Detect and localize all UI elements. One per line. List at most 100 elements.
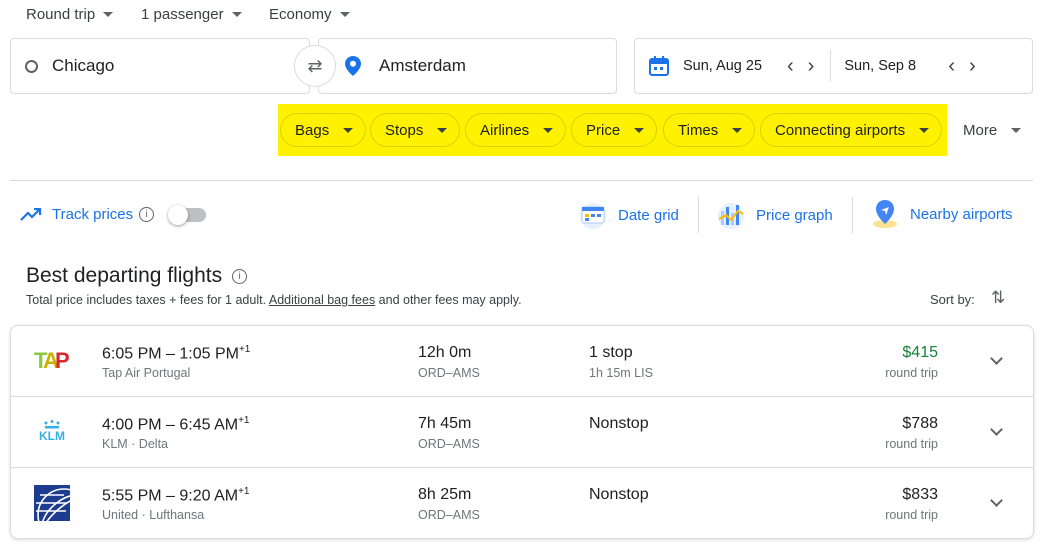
caret-down-icon [1011,128,1022,133]
more-filters-button[interactable]: More [963,122,1022,139]
cabin-label: Economy [269,6,332,23]
stops: Nonstop [589,415,649,432]
sort-icon[interactable]: ⇅ [991,288,1005,308]
filter-stops[interactable]: Stops [370,113,461,147]
united-logo [34,485,70,521]
destination-field[interactable]: Amsterdam [318,38,617,94]
tap-logo: TAP [34,348,70,370]
flight-row[interactable]: KLM 4:00 PM – 6:45 AM+1 KLM · Delta 7h 4… [11,397,1033,468]
airlines: KLM · Delta [102,437,168,451]
day-offset: +1 [238,344,251,355]
caret-down-icon [231,12,242,17]
filter-connecting-airports[interactable]: Connecting airports [760,113,943,147]
nearby-airports-button[interactable]: Nearby airports [870,198,1013,230]
flight-times: 5:55 PM – 9:20 AM+1 [102,486,249,505]
filter-airlines[interactable]: Airlines [465,113,567,147]
times-text: 4:00 PM – 6:45 AM [102,416,239,434]
next-depart-date-button[interactable]: › [808,55,815,78]
filter-label: Stops [385,121,424,139]
location-pin-icon [345,56,361,76]
price: $833 [902,486,938,503]
price-graph-button[interactable]: Price graph [716,201,833,229]
price-note: round trip [885,508,938,522]
airlines: United · Lufthansa [102,508,205,522]
track-prices-toggle[interactable] [168,205,206,225]
flight-times: 4:00 PM – 6:45 AM+1 [102,415,249,434]
flight-row[interactable]: TAP 6:05 PM – 1:05 PM+1 Tap Air Portugal… [11,326,1033,397]
caret-down-icon [343,127,354,133]
divider [852,197,853,233]
depart-date[interactable]: Sun, Aug 25 [683,58,787,74]
price: $788 [902,415,938,432]
filter-price[interactable]: Price [571,113,658,147]
date-grid-icon [580,203,606,229]
origin-field[interactable]: Chicago [10,38,310,94]
filter-label: Connecting airports [775,121,906,139]
destination-value: Amsterdam [379,56,466,75]
track-prices-label: Track prices [52,206,134,223]
subtitle-text: and other fees may apply. [375,293,522,307]
trending-up-icon [20,207,42,221]
filter-label: Bags [295,121,330,139]
subtitle-text: Total price includes taxes + fees for 1 … [26,293,269,307]
filter-label: Price [586,121,621,139]
nearby-airports-label: Nearby airports [910,205,1013,223]
route: ORD–AMS [418,437,480,451]
price-graph-icon [718,203,744,229]
sort-by-label: Sort by: [930,292,975,307]
results-title: Best departing flights [26,264,223,287]
trip-type-label: Round trip [26,6,96,23]
stops: Nonstop [589,486,649,503]
return-date[interactable]: Sun, Sep 8 [844,58,948,74]
date-divider [830,50,832,82]
flight-row[interactable]: 5:55 PM – 9:20 AM+1 United · Lufthansa 8… [11,468,1033,539]
cabin-dropdown[interactable]: Economy [269,6,350,23]
date-grid-label: Date grid [618,206,679,224]
trip-type-dropdown[interactable]: Round trip [26,6,114,23]
caret-down-icon [919,127,930,133]
expand-chevron-icon[interactable] [990,423,1003,436]
duration: 8h 25m [418,486,472,503]
filter-label: Times [678,121,719,139]
duration: 12h 0m [418,344,472,361]
date-field[interactable]: Sun, Aug 25 ‹ › Sun, Sep 8 ‹ › [634,38,1033,94]
expand-chevron-icon[interactable] [990,494,1003,507]
swap-icon[interactable]: ⇄ [294,45,336,87]
duration: 7h 45m [418,415,472,432]
caret-down-icon [634,127,645,133]
info-icon[interactable]: i [232,268,248,284]
flight-times: 6:05 PM – 1:05 PM+1 [102,344,250,363]
stop-detail: 1h 15m LIS [589,366,653,380]
stops: 1 stop [589,344,633,361]
times-text: 5:55 PM – 9:20 AM [102,487,239,505]
date-grid-button[interactable]: Date grid [578,201,679,229]
klm-logo: KLM [39,420,65,441]
caret-down-icon [543,127,554,133]
filter-bags[interactable]: Bags [280,113,367,147]
track-prices[interactable]: Track prices i [20,206,155,223]
calendar-icon [649,56,669,76]
more-label: More [963,122,998,139]
caret-down-icon [339,12,350,17]
caret-down-icon [732,127,743,133]
price-graph-label: Price graph [756,206,833,224]
info-icon[interactable]: i [139,207,155,222]
nearby-airports-icon [873,200,897,228]
results-subtitle: Total price includes taxes + fees for 1 … [26,293,522,307]
prev-return-date-button[interactable]: ‹ [948,55,955,78]
prev-depart-date-button[interactable]: ‹ [787,55,794,78]
price: $415 [902,344,938,361]
expand-chevron-icon[interactable] [990,352,1003,365]
route: ORD–AMS [418,508,480,522]
bag-fees-link[interactable]: Additional bag fees [269,293,375,307]
price-note: round trip [885,437,938,451]
caret-down-icon [437,127,448,133]
svg-text:P: P [55,348,70,370]
passengers-dropdown[interactable]: 1 passenger [141,6,242,23]
divider [698,197,699,233]
price-note: round trip [885,366,938,380]
filter-times[interactable]: Times [663,113,756,147]
flight-list: TAP 6:05 PM – 1:05 PM+1 Tap Air Portugal… [10,325,1034,539]
toggle-knob [168,205,188,225]
next-return-date-button[interactable]: › [969,55,976,78]
